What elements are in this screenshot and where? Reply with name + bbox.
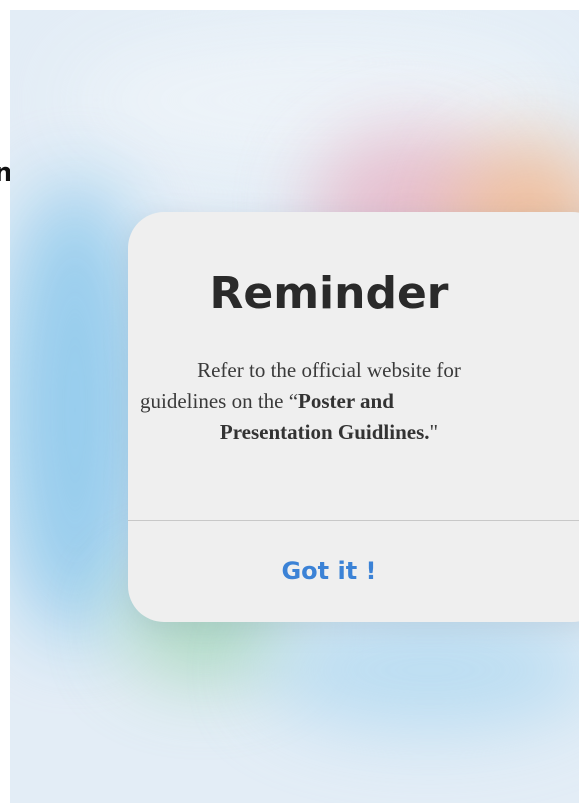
message-line-2-bold: Poster and [298,389,394,413]
got-it-button[interactable]: Got it ! [128,521,530,622]
message-line-2-prefix: guidelines on the “ [140,389,299,413]
cropped-edge-letter: n [0,159,10,187]
background-glow-sky [260,610,579,730]
message-line-2: guidelines on the “Poster and [128,386,579,417]
message-line-3: Presentation Guidlines." [128,417,530,448]
message-line-3-bold: Presentation Guidlines. [219,420,430,444]
message-line-1: Refer to the official website for [197,358,461,382]
screen: n Reminder Refer to the official website… [0,0,579,803]
dialog-title: Reminder [209,268,449,319]
dialog-message: Refer to the official website for guidel… [128,355,579,448]
message-line-3-suffix: " [429,420,439,444]
cropped-edge-text: n [0,159,10,187]
reminder-dialog: Reminder Refer to the official website f… [128,212,579,622]
